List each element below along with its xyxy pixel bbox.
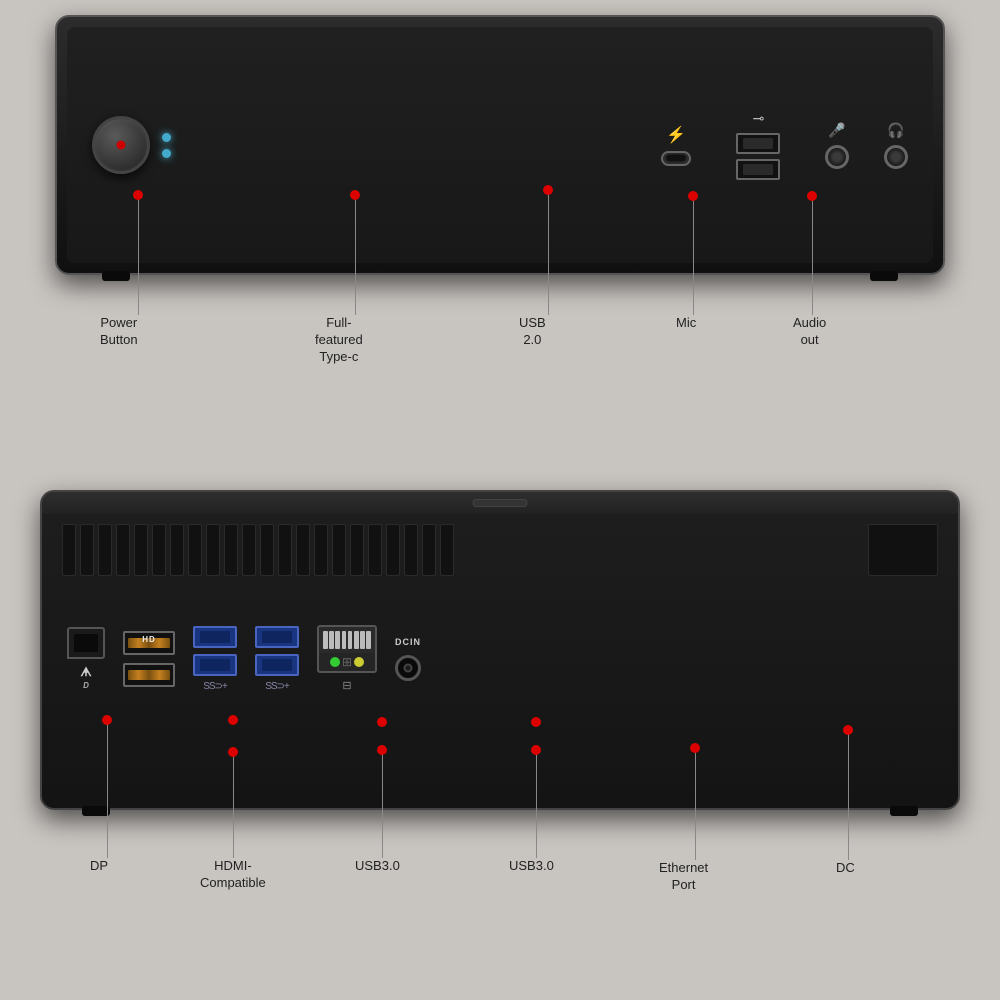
usb-icon: ⊸ — [753, 110, 764, 127]
ss-symbol-left: SS⊃+ — [203, 681, 227, 692]
audio-out-port-group: 🎧 — [884, 122, 908, 169]
ethernet-dot — [690, 743, 700, 753]
usb20-port-bottom — [736, 159, 780, 180]
usb30-left-top — [193, 626, 237, 648]
mic-port-group: 🎤 — [825, 122, 849, 169]
usb30-left-dot-top — [377, 717, 387, 727]
audio-dot — [807, 191, 817, 201]
dc-port — [395, 655, 421, 681]
usb30-left-dot-bottom — [377, 745, 387, 755]
bottom-ports-row: ᗗ D HD — [42, 586, 958, 731]
usb30-right-dot-top — [531, 717, 541, 727]
dc-port-group: DCIN — [395, 637, 421, 681]
hdmi-port-top: HD — [123, 631, 175, 655]
usb20-port-top — [736, 133, 780, 154]
ethernet-port-group: ⊞ ⊟ — [317, 625, 377, 692]
led-bottom — [162, 149, 171, 158]
mic-label: Mic — [676, 315, 696, 332]
usbc-port — [661, 151, 691, 166]
usb30-right-top — [255, 626, 299, 648]
led-indicators — [162, 133, 171, 158]
mic-jack — [825, 145, 849, 169]
feet-top-device — [102, 271, 898, 281]
dp-dot — [102, 715, 112, 725]
usbc-label: Full-featured Type-c — [315, 315, 363, 366]
vent-slots — [42, 514, 958, 586]
page-container: ⚡ ⊸ 🎤 — [0, 0, 1000, 1000]
audio-out-jack — [884, 145, 908, 169]
dc-label: DC — [836, 860, 855, 877]
dp-port — [67, 627, 105, 659]
usbc-dot — [350, 190, 360, 200]
bottom-device: ᗗ D HD — [40, 490, 960, 810]
power-section — [92, 116, 171, 174]
hdmi-dot-top — [228, 715, 238, 725]
hdmi-label: HDMI- Compatible — [200, 858, 266, 892]
feet-bottom-device — [82, 806, 918, 816]
dp-port-group: ᗗ D — [67, 627, 105, 691]
audio-out-label: Audio out — [793, 315, 826, 349]
usb30-left-bottom — [193, 654, 237, 676]
ethernet-label: Ethernet Port — [659, 860, 708, 894]
eth-network-icon: ⊟ — [342, 679, 351, 692]
hdmi-dot-bottom — [228, 747, 238, 757]
dp-logo: ᗗ D — [80, 665, 91, 691]
usb30-right-label: USB3.0 — [509, 858, 554, 875]
ethernet-port: ⊞ — [317, 625, 377, 673]
usb30-left-group: SS⊃+ — [193, 626, 237, 692]
mic-icon: 🎤 — [828, 122, 845, 139]
dc-dot — [843, 725, 853, 735]
dp-label: DP — [90, 858, 108, 875]
thunderbolt-icon: ⚡ — [666, 125, 686, 145]
power-button-label: Power Button — [100, 315, 138, 349]
hdmi-port-group: HD — [123, 631, 175, 687]
headphone-icon: 🎧 — [887, 122, 904, 139]
mic-dot — [688, 191, 698, 201]
led-top — [162, 133, 171, 142]
usb30-right-dot-bottom — [531, 745, 541, 755]
power-dot — [133, 190, 143, 200]
usb30-right-group: SS⊃+ — [255, 626, 299, 692]
usb20-label: USB 2.0 — [519, 315, 546, 349]
usb20-dot — [543, 185, 553, 195]
hdmi-port-bottom — [123, 663, 175, 687]
usbc-port-group: ⚡ — [661, 125, 691, 166]
ss-symbol-right: SS⊃+ — [265, 681, 289, 692]
power-button[interactable] — [92, 116, 150, 174]
usb30-left-label: USB3.0 — [355, 858, 400, 875]
usb30-right-bottom — [255, 654, 299, 676]
usb20-ports — [736, 133, 780, 180]
usb20-port-group: ⊸ — [736, 110, 780, 180]
